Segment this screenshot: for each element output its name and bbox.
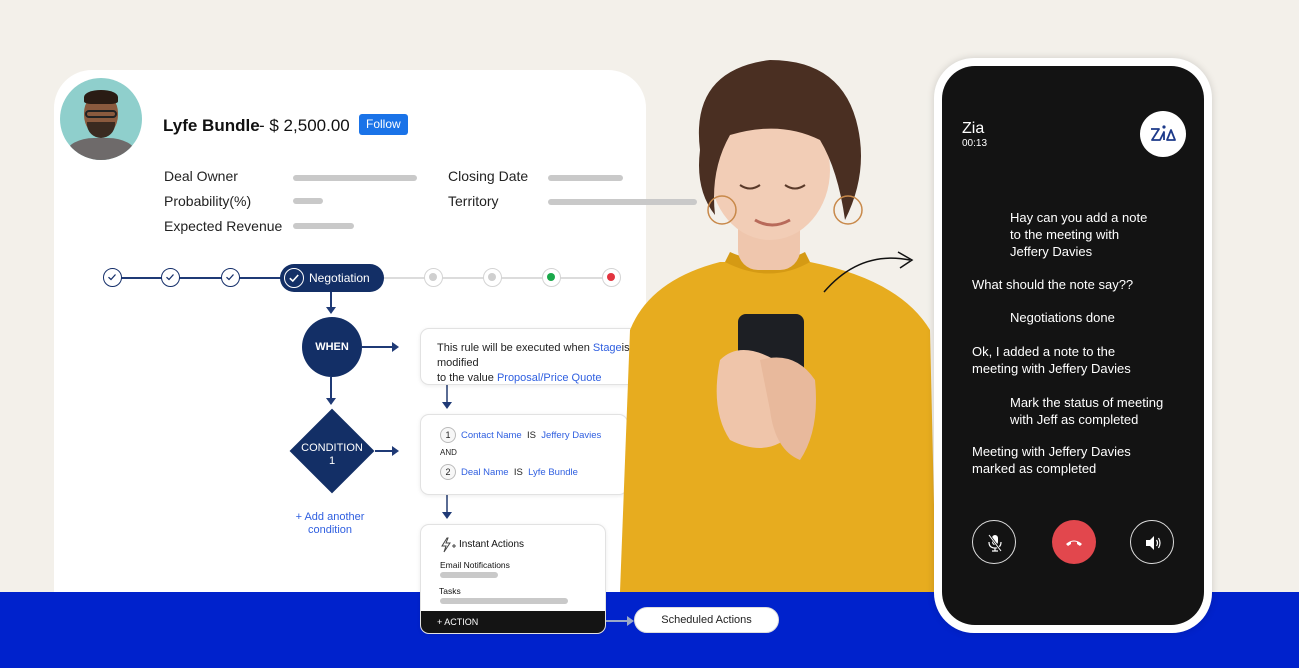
phone-screen: Zia 00:13 Hay can you add a note to the m… <box>942 66 1204 625</box>
check-icon <box>226 274 234 281</box>
stage-status-dot <box>429 273 437 281</box>
mute-mic-icon <box>988 534 1002 552</box>
deal-owner-value-placeholder <box>293 175 417 181</box>
zia-logo-icon <box>1140 111 1186 157</box>
check-icon <box>166 274 174 281</box>
call-duration: 00:13 <box>962 138 988 149</box>
chat-message-zia: Meeting with Jeffery Davies marked as com… <box>972 444 1131 476</box>
arrow-right-icon <box>392 446 399 456</box>
condition-node-number: 1 <box>328 455 336 467</box>
and-operator: AND <box>440 448 457 457</box>
stage-current-label: Negotiation <box>309 271 370 285</box>
condition-row[interactable]: Contact Name IS Jeffery Davies <box>461 430 601 441</box>
stage-pending-2[interactable] <box>483 268 502 287</box>
connector <box>375 450 392 452</box>
condition-row[interactable]: Deal Name IS Lyfe Bundle <box>461 467 578 478</box>
connector <box>446 495 448 513</box>
chat-message-zia: Ok, I added a note to the meeting with Je… <box>972 344 1131 376</box>
instant-actions-box: Instant Actions Email Notifications Task… <box>420 524 606 634</box>
phone-call-mockup: Zia 00:13 Hay can you add a note to the m… <box>934 58 1212 633</box>
stage-won[interactable] <box>542 268 561 287</box>
connector <box>362 346 392 348</box>
chat-message-user: Hay can you add a note to the meeting wit… <box>1010 210 1148 259</box>
chat-message-user: Negotiations done <box>1010 310 1115 325</box>
stage-status-dot <box>547 273 555 281</box>
tasks-label: Tasks <box>439 586 461 596</box>
probability-label: Probability(%) <box>164 193 252 209</box>
arrow-down-icon <box>326 398 336 405</box>
caller-name: Zia <box>962 120 985 137</box>
speaker-icon <box>1146 536 1161 550</box>
expected-revenue-label: Expected Revenue <box>164 218 283 234</box>
condition-number-badge: 2 <box>440 464 456 480</box>
when-node[interactable]: WHEN <box>302 317 362 377</box>
add-another-condition-link[interactable]: + Add another condition <box>288 511 372 537</box>
check-icon <box>289 274 299 283</box>
deal-owner-label: Deal Owner <box>164 168 238 184</box>
connector <box>606 620 628 622</box>
stage-completed-3[interactable] <box>221 268 240 287</box>
pipeline-completed-line <box>112 277 282 279</box>
deal-amount: - $ 2,500.00 <box>259 116 350 135</box>
stage-value-link[interactable]: Proposal/Price Quote <box>497 372 602 384</box>
stage-status-dot <box>488 273 496 281</box>
tasks-placeholder <box>440 598 568 604</box>
arrow-down-icon <box>442 512 452 519</box>
email-notifications-label: Email Notifications <box>440 560 510 570</box>
chat-message-zia: What should the note say?? <box>972 277 1134 292</box>
arrow-right-icon <box>392 342 399 352</box>
territory-label: Territory <box>448 193 499 209</box>
condition-node-label: CONDITION <box>301 442 363 454</box>
arrow-down-icon <box>326 307 336 314</box>
email-notifications-placeholder <box>440 572 498 578</box>
end-call-button[interactable] <box>1052 520 1096 564</box>
follow-button[interactable]: Follow <box>359 114 408 135</box>
stage-completed-1[interactable] <box>103 268 122 287</box>
conditions-box[interactable]: 1 Contact Name IS Jeffery Davies AND 2 D… <box>420 414 628 495</box>
connector <box>446 385 448 403</box>
deal-owner-avatar <box>56 74 146 164</box>
add-action-button[interactable]: + ACTION <box>421 611 605 633</box>
connector <box>330 377 332 399</box>
lightning-plus-icon <box>441 537 456 553</box>
speaker-button[interactable] <box>1130 520 1174 564</box>
arrow-down-icon <box>442 402 452 409</box>
chat-message-user: Mark the status of meeting with Jeff as c… <box>1010 395 1164 427</box>
closing-date-label: Closing Date <box>448 168 529 184</box>
condition-node[interactable]: CONDITION 1 <box>289 408 375 494</box>
instant-actions-title: Instant Actions <box>459 539 525 550</box>
deal-title: Lyfe Bundle <box>163 116 260 135</box>
stage-completed-2[interactable] <box>161 268 180 287</box>
woman-with-phone-photo <box>620 60 936 592</box>
mute-button[interactable] <box>972 520 1016 564</box>
stage-pending-1[interactable] <box>424 268 443 287</box>
stage-current-negotiation[interactable]: Negotiation <box>280 264 384 292</box>
scheduled-actions-button[interactable]: Scheduled Actions <box>634 607 779 633</box>
arrow-right-icon <box>627 616 634 626</box>
probability-value-placeholder <box>293 198 323 204</box>
end-call-icon <box>1066 540 1082 546</box>
check-icon <box>108 274 116 281</box>
expected-revenue-value-placeholder <box>293 223 354 229</box>
condition-number-badge: 1 <box>440 427 456 443</box>
